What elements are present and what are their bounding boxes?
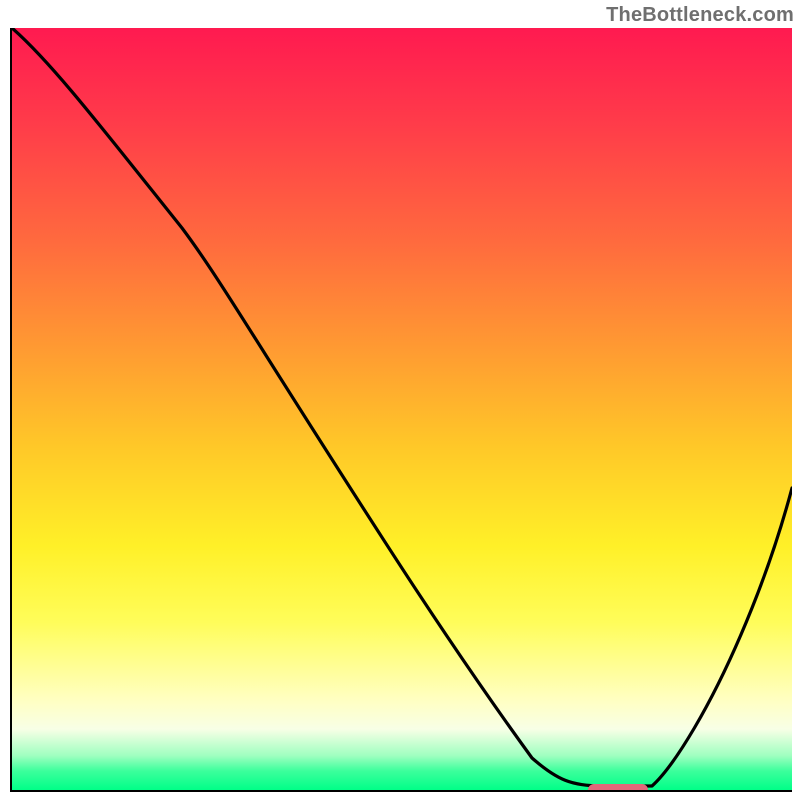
bottleneck-curve-path <box>12 28 792 786</box>
chart-container: TheBottleneck.com <box>0 0 800 800</box>
bottleneck-curve-svg <box>12 28 792 790</box>
plot-area <box>10 28 792 792</box>
watermark-text: TheBottleneck.com <box>606 4 794 27</box>
optimal-range-marker <box>588 784 648 792</box>
